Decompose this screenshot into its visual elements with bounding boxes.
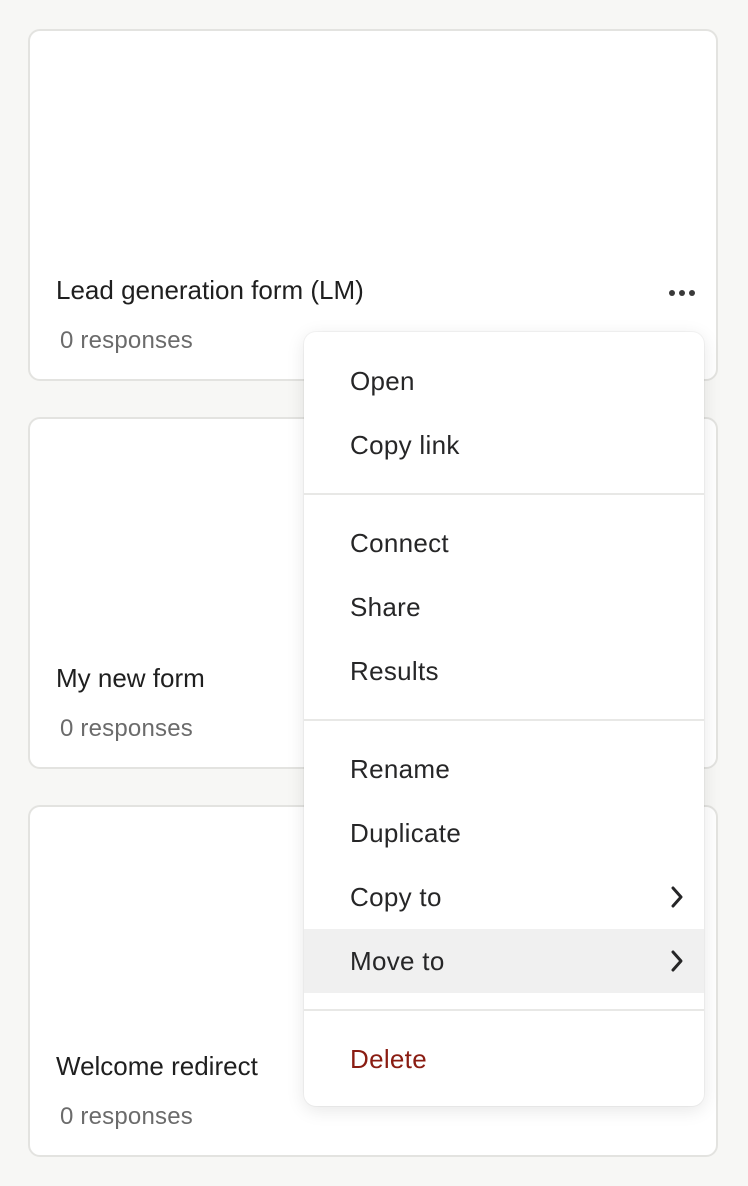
chevron-right-icon — [670, 885, 684, 909]
menu-item-label: Copy to — [350, 881, 442, 912]
menu-item-label: Delete — [350, 1043, 427, 1074]
context-menu: Open Copy link Connect Share Results Ren… — [304, 332, 704, 1106]
menu-item-label: Rename — [350, 753, 451, 784]
menu-divider — [304, 719, 704, 721]
response-count: 0 responses — [60, 715, 193, 742]
menu-item-label: Move to — [350, 945, 445, 976]
menu-item-copy-link[interactable]: Copy link — [304, 413, 704, 477]
response-count: 0 responses — [60, 327, 193, 354]
menu-item-label: Results — [350, 655, 439, 686]
menu-item-share[interactable]: Share — [304, 575, 704, 639]
menu-item-delete[interactable]: Delete — [304, 1027, 704, 1091]
menu-item-label: Open — [350, 365, 415, 396]
form-card[interactable]: Lead generation form (LM) 0 responses — [28, 29, 718, 381]
menu-item-label: Connect — [350, 527, 449, 558]
menu-item-connect[interactable]: Connect — [304, 511, 704, 575]
more-options-button[interactable] — [662, 279, 702, 307]
more-horizontal-icon — [669, 290, 695, 296]
menu-item-rename[interactable]: Rename — [304, 737, 704, 801]
menu-item-open[interactable]: Open — [304, 349, 704, 413]
menu-item-label: Duplicate — [350, 817, 462, 848]
response-count: 0 responses — [60, 1103, 193, 1130]
menu-item-move-to[interactable]: Move to — [304, 929, 704, 993]
menu-item-copy-to[interactable]: Copy to — [304, 865, 704, 929]
menu-item-results[interactable]: Results — [304, 639, 704, 703]
form-title: Lead generation form (LM) — [56, 275, 364, 305]
menu-item-label: Copy link — [350, 429, 460, 460]
menu-divider — [304, 1009, 704, 1011]
form-title: My new form — [56, 663, 205, 693]
menu-item-label: Share — [350, 591, 421, 622]
form-title: Welcome redirect — [56, 1051, 258, 1081]
chevron-right-icon — [670, 949, 684, 973]
menu-divider — [304, 493, 704, 495]
menu-item-duplicate[interactable]: Duplicate — [304, 801, 704, 865]
